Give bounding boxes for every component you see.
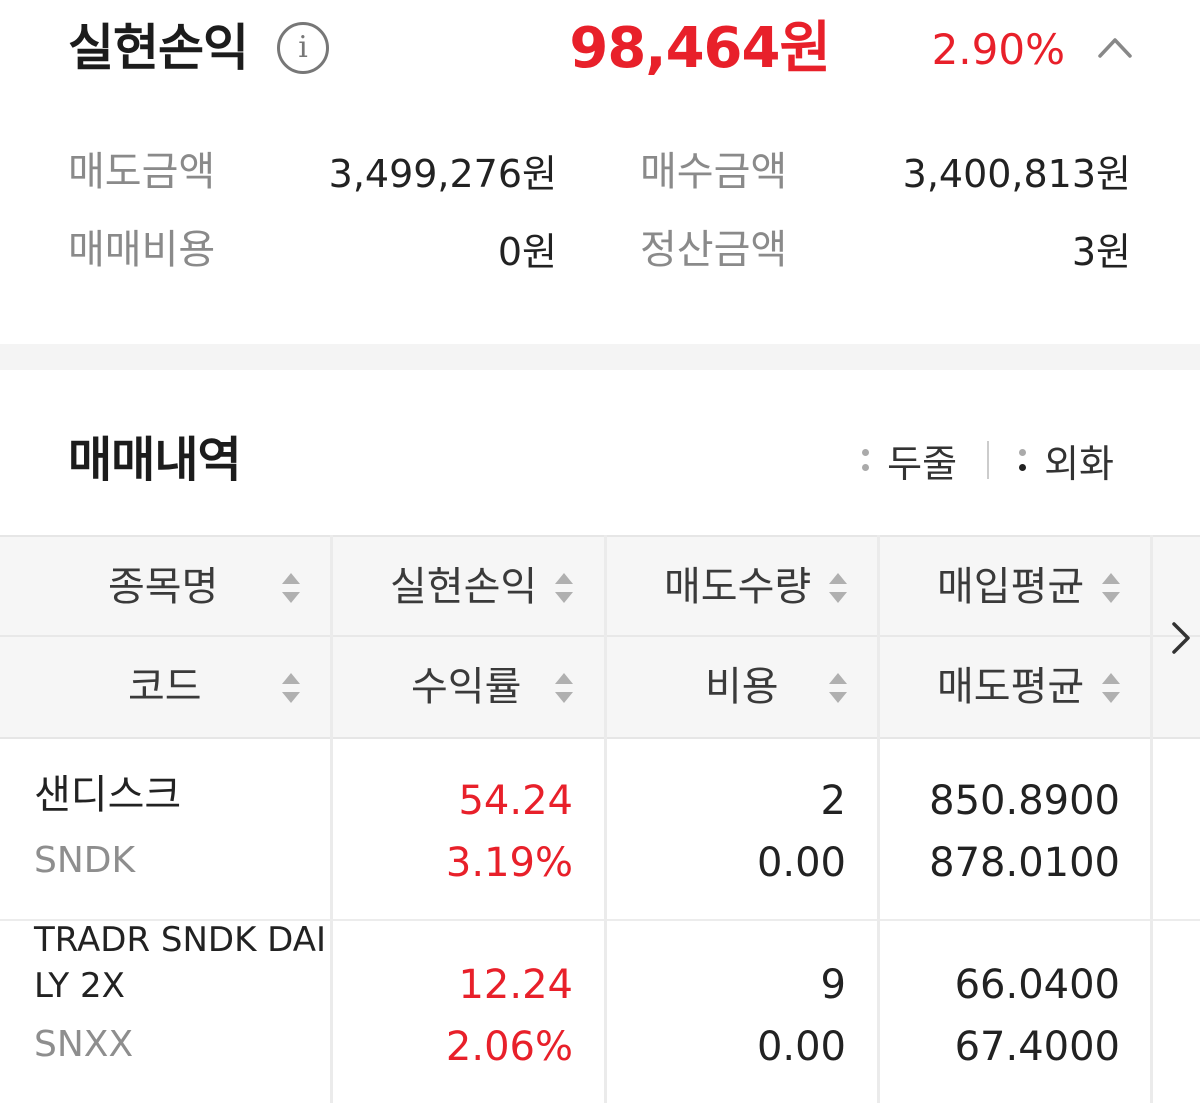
column-divider: [877, 535, 880, 1103]
sort-icon: [282, 573, 300, 603]
sort-header-avg-sell[interactable]: 매도평균: [880, 637, 1152, 737]
more-vert-icon: [1019, 449, 1027, 471]
summary-details: 매도금액 3,499,276원 매수금액 3,400,813원 매매비용 0원 …: [0, 140, 1200, 300]
settlement-label: 정산금액: [640, 227, 788, 273]
sort-header-cost[interactable]: 비용: [607, 637, 879, 737]
settlement-value: 3원: [1071, 230, 1131, 274]
foreign-currency-label: 외화: [1044, 441, 1114, 486]
sort-icon: [1102, 573, 1120, 603]
sort-icon: [829, 573, 847, 603]
trade-table-header: 종목명 실현손익 매도수량 매입평균 코드 수익률 비용 매도평균: [0, 535, 1200, 739]
trade-cost-label: 매매비용: [68, 227, 216, 273]
sort-icon: [555, 573, 573, 603]
sort-header-avg-buy[interactable]: 매입평균: [880, 537, 1152, 637]
realized-pnl: 54.24: [458, 778, 573, 824]
header-label: 수익률: [411, 664, 522, 710]
avg-sell-price: 67.4000: [954, 1024, 1120, 1070]
sort-icon: [829, 673, 847, 703]
avg-buy-price: 66.0400: [954, 962, 1120, 1008]
two-line-label: 두줄: [887, 441, 958, 486]
sort-header-realized-pnl[interactable]: 실현손익: [333, 537, 605, 637]
header-label: 비용: [705, 664, 779, 710]
column-divider: [330, 535, 333, 1103]
cost: 0.00: [756, 1024, 846, 1070]
header-label: 매입평균: [937, 564, 1085, 610]
more-vert-icon: [862, 449, 870, 471]
header-row-1: 종목명 실현손익 매도수량 매입평균: [0, 537, 1200, 637]
trade-history-title: 매매내역: [68, 432, 242, 488]
foreign-currency-toggle[interactable]: 외화: [1019, 433, 1114, 488]
buy-amount-label: 매수금액: [640, 149, 788, 195]
column-divider: [604, 535, 607, 1103]
realized-pnl: 12.24: [458, 962, 573, 1008]
table-row[interactable]: TRADR SNDK DAI LY 2X SNXX 12.24 2.06% 9 …: [0, 920, 1200, 1103]
realized-profit-amount: 98,464원: [569, 16, 831, 81]
header-label: 매도평균: [937, 664, 1085, 710]
stock-code: SNDK: [34, 840, 136, 881]
sell-qty: 9: [820, 962, 846, 1008]
trade-cost-value: 0원: [497, 230, 557, 274]
return-rate: 2.06%: [445, 1024, 573, 1070]
stock-name: TRADR SNDK DAI: [34, 920, 327, 960]
sort-header-return-rate[interactable]: 수익률: [333, 637, 605, 737]
column-divider: [1150, 535, 1153, 1103]
avg-sell-price: 878.0100: [929, 840, 1120, 886]
summary-title: 실현손익: [68, 19, 249, 77]
sort-header-stock-name[interactable]: 종목명: [0, 537, 330, 637]
sort-header-code[interactable]: 코드: [0, 637, 330, 737]
return-rate: 3.19%: [445, 840, 573, 886]
header-label: 종목명: [108, 564, 219, 610]
sort-header-sell-qty[interactable]: 매도수량: [607, 537, 879, 637]
history-options: 두줄 외화: [862, 432, 1114, 488]
chevron-right-icon[interactable]: [1166, 616, 1196, 660]
info-circle-icon[interactable]: i: [277, 22, 329, 74]
section-divider: [0, 344, 1200, 370]
cost: 0.00: [756, 840, 846, 886]
stock-name: 샌디스크: [34, 772, 182, 818]
sort-icon: [555, 673, 573, 703]
sell-amount-label: 매도금액: [68, 149, 216, 195]
avg-buy-price: 850.8900: [929, 778, 1120, 824]
two-line-toggle[interactable]: 두줄: [862, 433, 957, 488]
table-row[interactable]: 샌디스크 SNDK 54.24 3.19% 2 0.00 850.8900 87…: [0, 741, 1200, 921]
sell-amount-value: 3,499,276원: [328, 152, 557, 196]
stock-name-line2: LY 2X: [34, 966, 125, 1006]
option-divider: [987, 441, 990, 479]
sell-qty: 2: [820, 778, 846, 824]
realized-profit-rate: 2.90%: [931, 25, 1065, 74]
header-label: 코드: [128, 664, 202, 710]
sort-icon: [282, 673, 300, 703]
header-label: 실현손익: [390, 564, 538, 610]
header-label: 매도수량: [664, 564, 812, 610]
realized-pnl-summary[interactable]: 실현손익 i 98,464원 2.90%: [0, 0, 1200, 110]
header-row-2: 코드 수익률 비용 매도평균: [0, 637, 1200, 737]
stock-code: SNXX: [34, 1024, 134, 1065]
chevron-up-icon[interactable]: [1095, 28, 1135, 68]
buy-amount-value: 3,400,813원: [902, 152, 1131, 196]
sort-icon: [1102, 673, 1120, 703]
